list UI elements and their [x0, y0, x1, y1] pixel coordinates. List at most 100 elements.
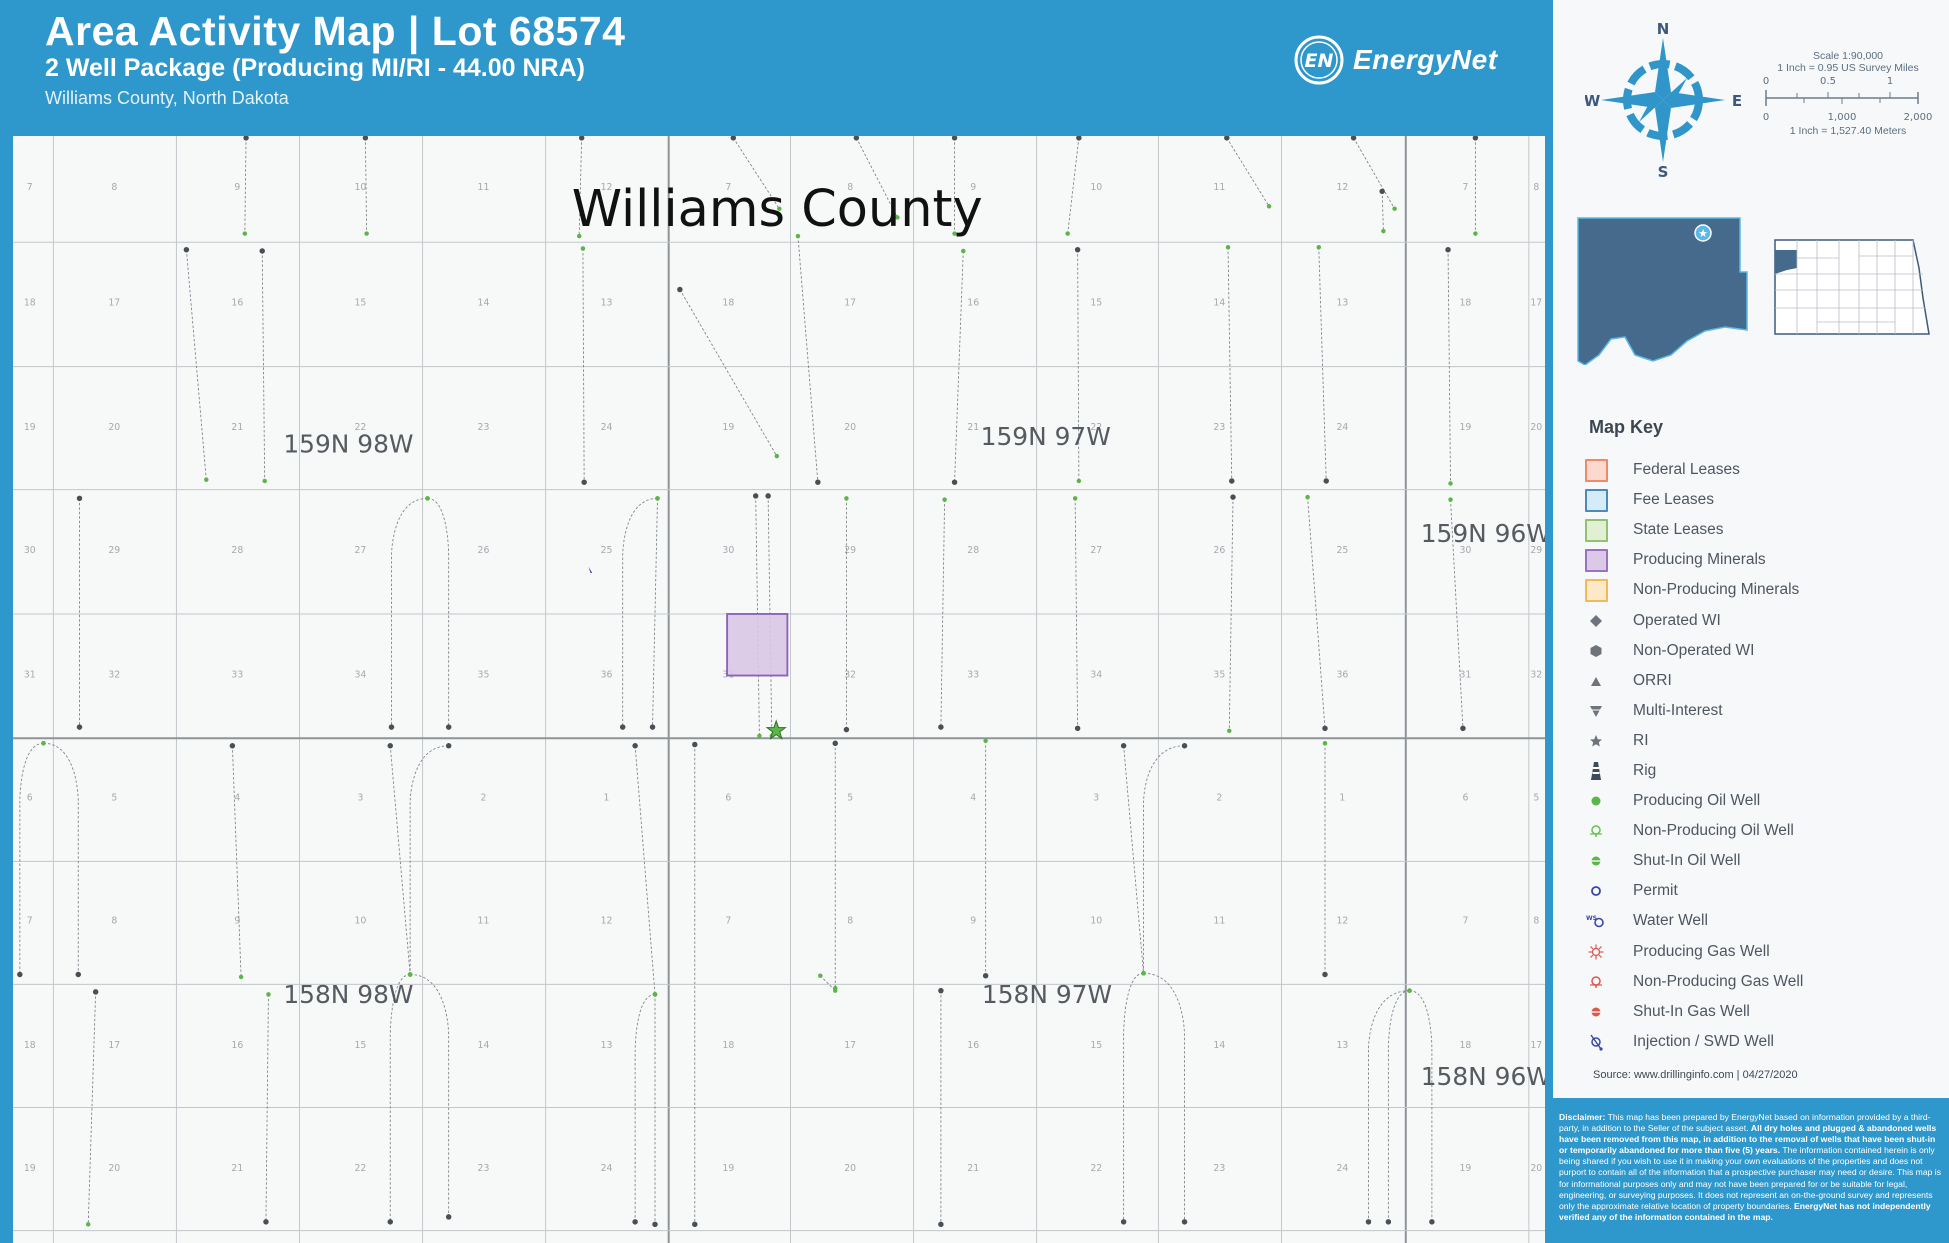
producing-oil-well-icon[interactable] — [1076, 478, 1082, 484]
producing-oil-well-icon[interactable] — [204, 477, 209, 482]
producing-oil-well-icon[interactable] — [1305, 494, 1310, 500]
producing-oil-well-icon[interactable] — [844, 496, 849, 501]
well-surface-icon[interactable] — [1472, 136, 1479, 141]
producing-oil-well-icon[interactable] — [1266, 203, 1272, 209]
producing-oil-well-icon[interactable] — [774, 453, 780, 459]
well-surface-icon[interactable] — [1230, 494, 1236, 500]
area-map[interactable]: 7 8 9 10 11 12 7 8 9 10 11 12 7 8 18 17 16 15 14 13 18 17 16 15… — [13, 136, 1545, 1243]
well-path[interactable] — [43, 742, 79, 975]
map-canvas[interactable]: 7 8 9 10 11 12 7 8 9 10 11 12 7 818 17 16 15 14 13 18 17 16 15… — [13, 136, 1545, 1243]
producing-oil-well-icon[interactable] — [1473, 231, 1478, 236]
producing-oil-well-icon[interactable] — [833, 988, 838, 993]
well-path[interactable] — [410, 974, 450, 1217]
well-bottom-icon[interactable] — [649, 724, 656, 730]
well-path[interactable] — [1409, 990, 1433, 1222]
well-path[interactable] — [582, 248, 585, 483]
well-bottom-icon[interactable] — [938, 1221, 944, 1228]
producing-oil-well-icon[interactable] — [1227, 728, 1232, 734]
well-bottom-icon[interactable] — [951, 479, 958, 485]
producing-oil-well-icon[interactable] — [1448, 497, 1453, 502]
well-surface-icon[interactable] — [259, 248, 265, 254]
well-bottom-icon[interactable] — [445, 724, 452, 730]
well-bottom-icon[interactable] — [692, 1221, 698, 1228]
well-bottom-icon[interactable] — [581, 479, 587, 485]
well-surface-icon[interactable] — [938, 987, 944, 994]
well-surface-icon[interactable] — [1350, 136, 1357, 141]
well-surface-icon[interactable] — [951, 136, 958, 141]
well-path[interactable] — [1123, 972, 1144, 1222]
well-path[interactable] — [1226, 137, 1270, 207]
well-bottom-icon[interactable] — [388, 724, 395, 730]
well-surface-icon[interactable] — [1074, 247, 1081, 253]
well-surface-icon[interactable] — [76, 495, 83, 502]
well-path[interactable] — [797, 236, 819, 483]
well-path[interactable] — [1318, 247, 1327, 481]
producing-oil-well-icon[interactable] — [1448, 481, 1453, 486]
well-path[interactable] — [820, 975, 836, 991]
producing-oil-well-icon[interactable] — [85, 1222, 91, 1227]
well-bottom-icon[interactable] — [843, 726, 850, 733]
well-bottom-icon[interactable] — [1460, 725, 1466, 732]
well-surface-icon[interactable] — [578, 136, 585, 141]
well-path[interactable] — [622, 497, 658, 728]
well-path[interactable] — [244, 137, 247, 234]
well-path[interactable] — [389, 745, 411, 975]
producing-oil-well-icon[interactable] — [961, 248, 966, 254]
well-surface-icon[interactable] — [243, 136, 249, 141]
well-bottom-icon[interactable] — [632, 1219, 638, 1225]
well-surface-icon[interactable] — [1224, 136, 1230, 141]
well-surface-icon[interactable] — [832, 740, 838, 746]
well-bottom-icon[interactable] — [1385, 1219, 1392, 1225]
well-path[interactable] — [265, 994, 269, 1222]
well-path[interactable] — [1143, 972, 1185, 1222]
well-path[interactable] — [1123, 745, 1144, 974]
well-path[interactable] — [87, 991, 97, 1225]
producing-oil-well-icon[interactable] — [1065, 231, 1070, 236]
well-surface-icon[interactable] — [183, 247, 190, 253]
well-surface-icon[interactable] — [1120, 743, 1127, 749]
well-bottom-icon[interactable] — [1322, 971, 1328, 978]
well-surface-icon[interactable] — [692, 741, 698, 748]
well-path[interactable] — [940, 499, 946, 728]
well-path[interactable] — [634, 745, 656, 995]
well-bottom-icon[interactable] — [1181, 1219, 1188, 1225]
well-bottom-icon[interactable] — [982, 972, 989, 979]
well-path[interactable] — [1307, 497, 1326, 729]
well-path[interactable] — [1067, 137, 1080, 234]
well-bottom-icon[interactable] — [938, 724, 944, 730]
well-path[interactable] — [185, 249, 207, 480]
well-bottom-icon[interactable] — [76, 724, 83, 730]
producing-oil-well-icon[interactable] — [1392, 206, 1397, 211]
producing-minerals-tract[interactable] — [726, 613, 789, 677]
well-bottom-icon[interactable] — [1229, 478, 1235, 484]
producing-oil-well-icon[interactable] — [1407, 988, 1412, 993]
well-bottom-icon[interactable] — [619, 724, 626, 730]
producing-oil-well-icon[interactable] — [425, 496, 430, 501]
well-bottom-icon[interactable] — [652, 1221, 658, 1228]
producing-oil-well-icon[interactable] — [580, 246, 586, 251]
well-path[interactable] — [1143, 745, 1185, 974]
producing-oil-well-icon[interactable] — [242, 231, 248, 236]
well-bottom-icon[interactable] — [387, 1219, 393, 1225]
injection-well-icon[interactable] — [588, 566, 593, 577]
well-path[interactable] — [1353, 137, 1395, 209]
producing-oil-well-icon[interactable] — [1316, 245, 1322, 250]
well-surface-icon[interactable] — [752, 493, 759, 499]
well-path[interactable] — [1381, 191, 1384, 232]
producing-oil-well-icon[interactable] — [655, 496, 660, 501]
well-surface-icon[interactable] — [1379, 188, 1385, 195]
producing-oil-well-icon[interactable] — [407, 972, 413, 977]
producing-oil-well-icon[interactable] — [266, 992, 271, 997]
well-path[interactable] — [19, 742, 44, 975]
well-path[interactable] — [1368, 990, 1410, 1222]
well-bottom-icon[interactable] — [1323, 478, 1329, 484]
producing-oil-well-icon[interactable] — [1072, 496, 1078, 501]
producing-oil-well-icon[interactable] — [1322, 741, 1328, 746]
well-surface-icon[interactable] — [1181, 743, 1188, 749]
producing-oil-well-icon[interactable] — [757, 733, 762, 739]
well-path[interactable] — [1227, 247, 1233, 481]
well-surface-icon[interactable] — [229, 743, 236, 749]
well-bottom-icon[interactable] — [1322, 725, 1328, 732]
well-path[interactable] — [652, 498, 658, 728]
well-bottom-icon[interactable] — [1365, 1219, 1372, 1225]
